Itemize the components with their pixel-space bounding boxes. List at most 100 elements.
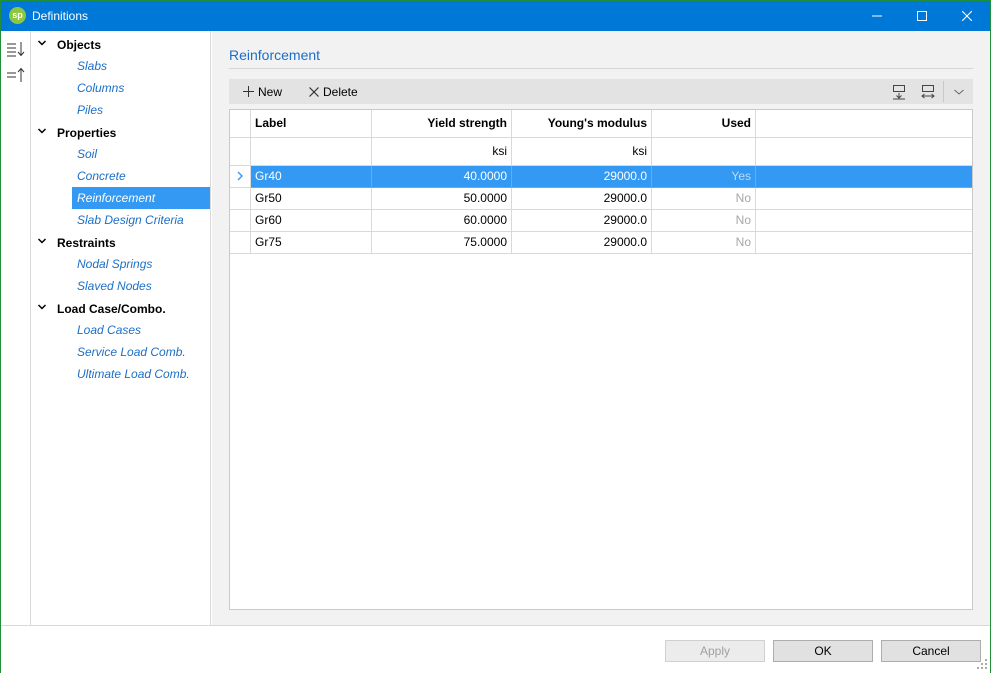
- table-row[interactable]: Gr60 60.0000 29000.0 No: [230, 210, 972, 232]
- expand-all-icon[interactable]: [6, 39, 26, 59]
- cell-label[interactable]: Gr40: [251, 166, 372, 188]
- tree-item-reinforcement[interactable]: Reinforcement: [72, 187, 210, 209]
- tree-item-slaved-nodes[interactable]: Slaved Nodes: [72, 275, 210, 297]
- current-row-chevron-icon: [237, 171, 243, 181]
- cell-filler: [756, 232, 972, 254]
- cell-youngs-modulus[interactable]: 29000.0: [512, 232, 652, 254]
- delete-button-label: Delete: [323, 84, 358, 99]
- tree-item-load-cases[interactable]: Load Cases: [72, 319, 210, 341]
- tree-group-label: Properties: [57, 126, 117, 140]
- table-row[interactable]: Gr75 75.0000 29000.0 No: [230, 232, 972, 254]
- tree-item-slab-design-criteria[interactable]: Slab Design Criteria: [72, 209, 210, 231]
- chevron-down-icon: [37, 40, 47, 46]
- maximize-button[interactable]: [899, 1, 945, 31]
- tree-group-restraints[interactable]: Restraints: [31, 231, 210, 253]
- tree-item-ultimate-load-comb[interactable]: Ultimate Load Comb.: [72, 363, 210, 385]
- cell-used: No: [652, 188, 756, 210]
- app-icon: sp: [9, 7, 26, 24]
- chevron-down-icon: [37, 304, 47, 310]
- cell-label[interactable]: Gr50: [251, 188, 372, 210]
- column-header-filler: [756, 110, 972, 138]
- column-header-yield-strength[interactable]: Yield strength: [372, 110, 512, 138]
- row-header[interactable]: [230, 188, 251, 210]
- chevron-down-icon: [37, 238, 47, 244]
- row-header[interactable]: [230, 232, 251, 254]
- tree-group-objects[interactable]: Objects: [31, 33, 210, 55]
- cell-filler: [756, 210, 972, 232]
- chevron-down-icon[interactable]: [949, 82, 969, 102]
- unit-cell: [652, 138, 756, 166]
- row-header[interactable]: [230, 166, 251, 188]
- grid-toolbar: New Delete: [229, 79, 973, 104]
- row-header: [230, 138, 251, 166]
- fit-columns-icon[interactable]: [918, 82, 938, 102]
- minimize-icon: [872, 15, 882, 17]
- new-button-label: New: [258, 84, 283, 99]
- maximize-icon: [917, 11, 927, 21]
- window-title: Definitions: [32, 9, 89, 23]
- dialog-button-bar: Apply OK Cancel: [1, 625, 990, 673]
- cell-filler: [756, 188, 972, 210]
- section-title: Reinforcement: [229, 47, 321, 63]
- tree-item-slabs[interactable]: Slabs: [72, 55, 210, 77]
- tree-item-nodal-springs[interactable]: Nodal Springs: [72, 253, 210, 275]
- title-bar[interactable]: sp Definitions: [1, 1, 990, 31]
- cell-used: Yes: [652, 166, 756, 188]
- cancel-button[interactable]: Cancel: [881, 640, 981, 662]
- cell-filler: [756, 166, 972, 188]
- cell-yield-strength[interactable]: 50.0000: [372, 188, 512, 210]
- new-button[interactable]: New: [243, 79, 282, 104]
- tree-item-soil[interactable]: Soil: [72, 143, 210, 165]
- delete-button[interactable]: Delete: [309, 79, 358, 104]
- tree-group-label: Restraints: [57, 236, 116, 250]
- cell-label[interactable]: Gr60: [251, 210, 372, 232]
- apply-button[interactable]: Apply: [665, 640, 765, 662]
- tree-item-piles[interactable]: Piles: [72, 99, 210, 121]
- definitions-tree: Objects Slabs Columns Piles Properties S…: [31, 31, 211, 625]
- column-header-youngs-modulus[interactable]: Young's modulus: [512, 110, 652, 138]
- reinforcement-grid: Label Yield strength Young's modulus Use…: [229, 109, 973, 610]
- tree-group-load-case-combo[interactable]: Load Case/Combo.: [31, 297, 210, 319]
- ok-button[interactable]: OK: [773, 640, 873, 662]
- grid-units-row: ksi ksi: [230, 138, 972, 166]
- chevron-down-icon: [37, 128, 47, 134]
- delete-x-icon: [309, 86, 319, 97]
- unit-filler: [756, 138, 972, 166]
- tree-group-label: Load Case/Combo.: [57, 302, 166, 316]
- plus-icon: [243, 86, 254, 97]
- tree-group-label: Objects: [57, 38, 102, 52]
- row-header[interactable]: [230, 210, 251, 232]
- column-header-label[interactable]: Label: [251, 110, 372, 138]
- cell-used: No: [652, 210, 756, 232]
- cell-yield-strength[interactable]: 40.0000: [372, 166, 512, 188]
- minimize-button[interactable]: [854, 1, 900, 31]
- definitions-window: sp Definitions Objects Slabs Columns Pil…: [0, 0, 991, 673]
- toolbar-separator: [943, 81, 944, 102]
- grid-header-row: Label Yield strength Young's modulus Use…: [230, 110, 972, 138]
- tree-item-columns[interactable]: Columns: [72, 77, 210, 99]
- row-header-corner: [230, 110, 251, 138]
- tree-item-service-load-comb[interactable]: Service Load Comb.: [72, 341, 210, 363]
- export-icon[interactable]: [889, 82, 909, 102]
- cell-yield-strength[interactable]: 60.0000: [372, 210, 512, 232]
- unit-cell: ksi: [512, 138, 652, 166]
- close-button[interactable]: [944, 1, 990, 31]
- section-divider: [229, 68, 973, 69]
- cell-label[interactable]: Gr75: [251, 232, 372, 254]
- cell-youngs-modulus[interactable]: 29000.0: [512, 210, 652, 232]
- cell-youngs-modulus[interactable]: 29000.0: [512, 166, 652, 188]
- tree-item-concrete[interactable]: Concrete: [72, 165, 210, 187]
- table-row[interactable]: Gr40 40.0000 29000.0 Yes: [230, 166, 972, 188]
- collapse-all-icon[interactable]: [6, 65, 26, 85]
- tree-group-properties[interactable]: Properties: [31, 121, 210, 143]
- main-panel: Reinforcement New Delete Label Yield str…: [212, 31, 990, 625]
- table-row[interactable]: Gr50 50.0000 29000.0 No: [230, 188, 972, 210]
- close-icon: [962, 11, 972, 21]
- unit-cell: [251, 138, 372, 166]
- cell-youngs-modulus[interactable]: 29000.0: [512, 188, 652, 210]
- tree-tools-strip: [1, 31, 31, 625]
- unit-cell: ksi: [372, 138, 512, 166]
- column-header-used[interactable]: Used: [652, 110, 756, 138]
- resize-grip-icon[interactable]: [976, 658, 988, 670]
- cell-yield-strength[interactable]: 75.0000: [372, 232, 512, 254]
